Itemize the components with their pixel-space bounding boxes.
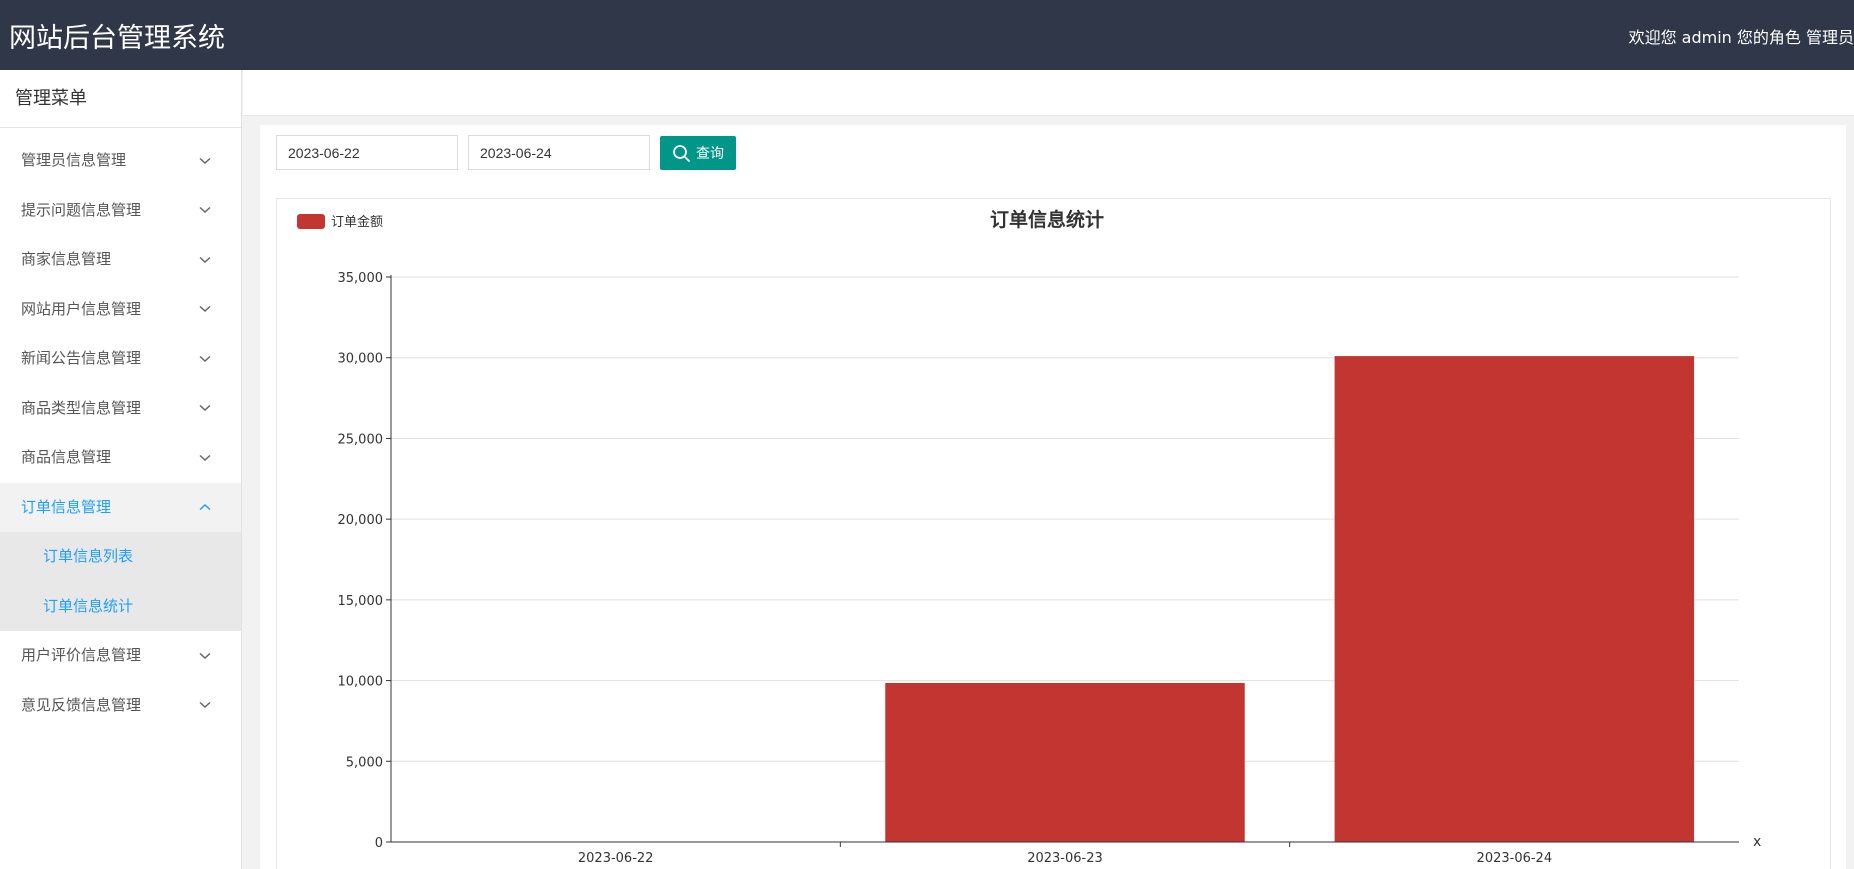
- top-header: 网站后台管理系统 欢迎您 admin 您的角色 管理员: [0, 0, 1854, 70]
- sidebar-item-hint-question[interactable]: 提示问题信息管理: [0, 186, 241, 236]
- chevron-up-icon: [198, 483, 212, 533]
- sidebar-item-merchant[interactable]: 商家信息管理: [0, 235, 241, 285]
- sidebar-item-order[interactable]: 订单信息管理: [0, 482, 241, 533]
- chevron-down-icon: [198, 136, 212, 186]
- sidebar-item-label: 订单信息管理: [21, 497, 112, 516]
- sidebar-item-label: 网站用户信息管理: [21, 299, 142, 318]
- order-stats-chart: 订单信息统计 订单金额 0 5,000 10,000 15,000 20,000 25,000…: [297, 208, 1761, 866]
- chevron-down-icon: [198, 186, 212, 236]
- legend-label: 订单金额: [331, 214, 383, 230]
- y-tick-label: 35,000: [338, 271, 384, 286]
- sidebar-menu: 管理员信息管理 提示问题信息管理 商家信息管理 网站用户信息管理 新闻公告信息管…: [0, 128, 241, 730]
- bar: [1334, 356, 1695, 842]
- sidebar-item-label: 商品信息管理: [21, 448, 112, 466]
- chevron-down-icon: [198, 334, 212, 384]
- sidebar-title: 管理菜单: [0, 70, 241, 128]
- x-tick-label: 2023-06-23: [1027, 851, 1103, 866]
- sidebar-item-label: 管理员信息管理: [21, 151, 127, 169]
- end-date-input[interactable]: [468, 135, 650, 170]
- sidebar-item-label: 提示问题信息管理: [21, 200, 142, 219]
- order-submenu: 订单信息列表 订单信息统计: [0, 532, 241, 631]
- sidebar-item-admin[interactable]: 管理员信息管理: [0, 136, 241, 186]
- x-tick-label: 2023-06-22: [578, 851, 654, 866]
- y-tick-label: 20,000: [338, 513, 384, 528]
- search-button[interactable]: 查询: [660, 136, 736, 170]
- x-tick-label: 2023-06-24: [1477, 851, 1553, 866]
- sidebar-item-label: 新闻公告信息管理: [21, 349, 142, 367]
- y-tick-label: 15,000: [338, 594, 384, 609]
- sidebar-item-site-user[interactable]: 网站用户信息管理: [0, 285, 241, 335]
- chevron-down-icon: [198, 681, 212, 731]
- y-tick-label: 0: [375, 836, 383, 851]
- chart-container: 订单信息统计 订单金额 0 5,000 10,000 15,000 20,000 25,000…: [276, 198, 1831, 869]
- bar: [885, 682, 1245, 842]
- legend-swatch: [297, 214, 325, 229]
- sidebar-item-product-type[interactable]: 商品类型信息管理: [0, 384, 241, 434]
- y-tick-label: 30,000: [338, 352, 384, 367]
- start-date-input[interactable]: [276, 135, 458, 170]
- sidebar-item-product[interactable]: 商品信息管理: [0, 433, 241, 483]
- chevron-down-icon: [198, 631, 212, 681]
- search-button-label: 查询: [696, 146, 724, 162]
- search-icon: [672, 144, 691, 163]
- sidebar-subitem-order-list[interactable]: 订单信息列表: [0, 532, 241, 582]
- welcome-text: 欢迎您 admin 您的角色 管理员: [1628, 28, 1854, 47]
- content-tab-bar: [243, 70, 1854, 116]
- y-tick-label: 5,000: [346, 755, 383, 770]
- y-tick-label: 25,000: [338, 432, 384, 447]
- sidebar-item-label: 意见反馈信息管理: [21, 695, 142, 714]
- chevron-down-icon: [198, 285, 212, 335]
- sidebar-item-feedback[interactable]: 意见反馈信息管理: [0, 681, 241, 731]
- sidebar-item-label: 用户评价信息管理: [21, 646, 142, 664]
- sidebar-item-user-review[interactable]: 用户评价信息管理: [0, 631, 241, 681]
- sidebar-subitem-order-stats[interactable]: 订单信息统计: [0, 582, 241, 632]
- chevron-down-icon: [198, 384, 212, 434]
- x-axis-label: x: [1753, 834, 1761, 850]
- y-tick-label: 10,000: [338, 675, 384, 690]
- sidebar-item-label: 商品类型信息管理: [21, 398, 142, 417]
- app-title: 网站后台管理系统: [9, 23, 225, 54]
- sidebar: 管理菜单 管理员信息管理 提示问题信息管理 商家信息管理 网站用户信息管理 新闻…: [0, 70, 242, 869]
- chevron-down-icon: [198, 433, 212, 483]
- sidebar-item-news[interactable]: 新闻公告信息管理: [0, 334, 241, 384]
- chart-title: 订单信息统计: [990, 208, 1104, 231]
- sidebar-item-label: 商家信息管理: [21, 250, 112, 268]
- chevron-down-icon: [198, 235, 212, 285]
